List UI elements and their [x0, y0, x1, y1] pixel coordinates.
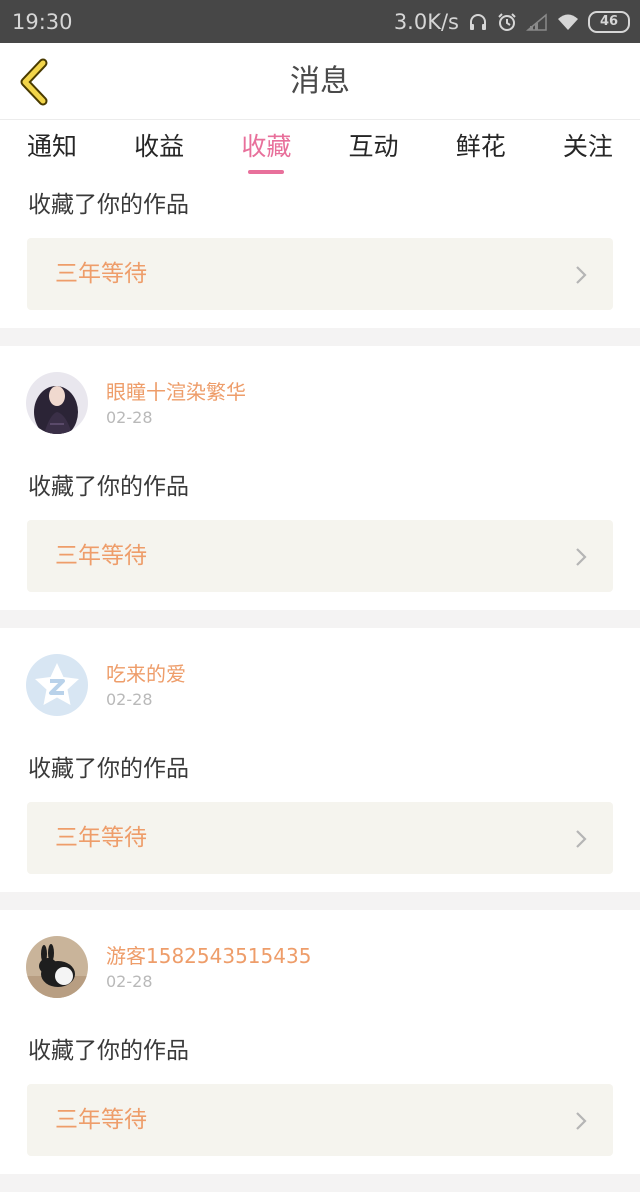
work-link[interactable]: 三年等待 [27, 1084, 613, 1156]
username[interactable]: 游客1582543515435 [106, 940, 311, 969]
battery-icon: 46 [588, 10, 630, 33]
chevron-right-icon [576, 830, 587, 848]
alarm-icon [497, 12, 517, 32]
tab-label: 收藏 [241, 132, 292, 161]
action-text: 收藏了你的作品 [28, 474, 189, 500]
tab-earnings[interactable]: 收益 [133, 120, 185, 182]
tab-label: 通知 [26, 132, 77, 161]
status-bar: 19:30 3.0K/s 46 [0, 0, 640, 43]
work-link[interactable]: 三年等待 [27, 520, 613, 592]
avatar[interactable] [26, 372, 88, 434]
headphones-icon [468, 12, 488, 32]
tab-follows[interactable]: 关注 [562, 120, 614, 182]
tab-label: 关注 [562, 132, 613, 161]
action-text: 收藏了你的作品 [28, 192, 189, 218]
signal-icon [526, 12, 548, 31]
work-title: 三年等待 [55, 1107, 147, 1133]
tab-notifications[interactable]: 通知 [26, 120, 78, 182]
action-text: 收藏了你的作品 [28, 1038, 189, 1064]
tab-label: 鲜花 [455, 132, 506, 161]
active-tab-indicator [248, 170, 285, 174]
tab-interactions[interactable]: 互动 [348, 120, 400, 182]
list-item: 眼瞳十渲染繁华 02-28 收藏了你的作品 三年等待 [0, 346, 640, 610]
date: 02-28 [106, 408, 153, 427]
username[interactable]: 眼瞳十渲染繁华 [106, 376, 246, 405]
avatar[interactable] [26, 936, 88, 998]
wifi-icon [557, 13, 579, 31]
username[interactable]: 吃来的爱 [106, 658, 186, 687]
list-item: 吃来的爱 02-28 收藏了你的作品 三年等待 [0, 628, 640, 892]
tab-label: 收益 [134, 132, 185, 161]
tab-flowers[interactable]: 鲜花 [455, 120, 507, 182]
chevron-right-icon [576, 548, 587, 566]
battery-level: 46 [599, 14, 619, 29]
chevron-right-icon [576, 266, 587, 284]
status-time: 19:30 [12, 9, 73, 34]
work-title: 三年等待 [55, 543, 147, 569]
chevron-left-icon [20, 58, 48, 106]
action-text: 收藏了你的作品 [28, 756, 189, 782]
page-title: 消息 [290, 64, 350, 99]
list-item: 游客1582543515435 02-28 收藏了你的作品 三年等待 [0, 910, 640, 1174]
date: 02-28 [106, 690, 153, 709]
message-list: 收藏了你的作品 三年等待 眼瞳十渲染繁华 02-28 收藏了你的作品 三年等待 … [0, 182, 640, 1192]
chevron-right-icon [576, 1112, 587, 1130]
list-item: 收藏了你的作品 三年等待 [0, 182, 640, 328]
work-title: 三年等待 [55, 261, 147, 287]
work-link[interactable]: 三年等待 [27, 802, 613, 874]
work-title: 三年等待 [55, 825, 147, 851]
date: 02-28 [106, 972, 153, 991]
work-link[interactable]: 三年等待 [27, 238, 613, 310]
status-icons: 3.0K/s 46 [394, 10, 630, 34]
back-button[interactable] [12, 57, 56, 107]
avatar[interactable] [26, 654, 88, 716]
tab-favorites[interactable]: 收藏 [240, 120, 292, 182]
net-speed: 3.0K/s [393, 9, 459, 34]
header: 消息 [0, 43, 640, 120]
tab-label: 互动 [348, 132, 399, 161]
tab-bar: 通知 收益 收藏 互动 鲜花 关注 [0, 120, 640, 182]
